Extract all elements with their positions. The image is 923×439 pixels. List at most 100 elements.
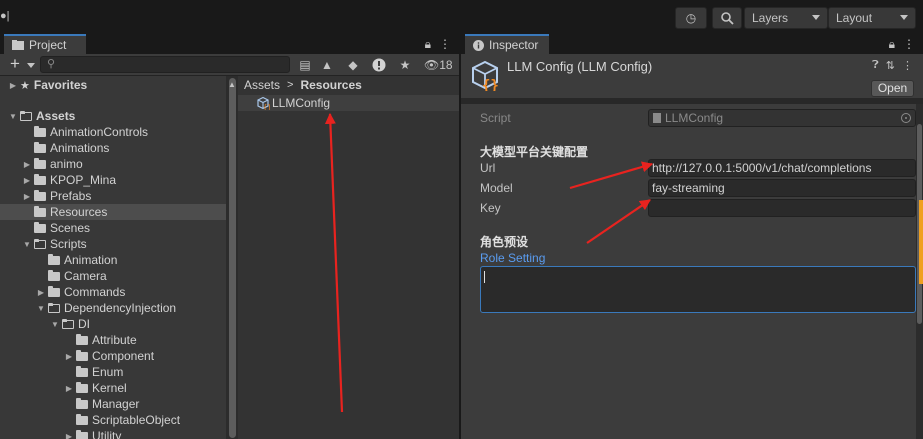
sidebar-item-assets[interactable]: ▼ Assets [0, 108, 226, 124]
project-toolbar: + ⚲ ▤ ▲ ◆ ★ 👁︎18 [0, 54, 459, 76]
expanded-arrow-icon[interactable]: ▼ [20, 240, 34, 249]
collapse-caret-icon[interactable]: ▲ [228, 80, 236, 89]
open-button[interactable]: Open [871, 80, 914, 97]
star-icon: ★ [20, 79, 30, 92]
collapsed-arrow-icon[interactable]: ▶ [62, 384, 76, 393]
folder-open-icon [20, 110, 32, 121]
collapsed-arrow-icon[interactable]: ▶ [62, 432, 76, 439]
collapsed-arrow-icon[interactable]: ▶ [20, 176, 34, 185]
model-label: Model [480, 181, 513, 195]
sidebar-item-attribute[interactable]: Attribute [0, 332, 226, 348]
list-item[interactable]: {} LLMConfig [238, 95, 459, 111]
sidebar-item-enum[interactable]: Enum [0, 364, 226, 380]
section-title-llm: 大模型平台关键配置 [480, 145, 589, 159]
sidebar-item-di[interactable]: ▼ DI [0, 316, 226, 332]
inspector-tab-controls: 🔒︎ ⋮ [889, 37, 915, 52]
sidebar-item-resources[interactable]: Resources [0, 204, 226, 220]
collapsed-arrow-icon[interactable]: ▶ [20, 192, 34, 201]
sidebar-item-manager[interactable]: Manager [0, 396, 226, 412]
sidebar-item-scriptableobject[interactable]: ScriptableObject [0, 412, 226, 428]
folder-icon [76, 381, 88, 393]
collapsed-arrow-icon[interactable]: ▶ [20, 160, 34, 169]
more-icon[interactable]: ⋮ [439, 37, 451, 52]
sidebar-item-label: ScriptableObject [92, 413, 181, 427]
eye-icon: 👁︎ [424, 58, 440, 72]
warning-icon[interactable] [370, 57, 388, 73]
expanded-arrow-icon[interactable]: ▼ [34, 304, 48, 313]
left-toolbar-glyph: ●| [0, 10, 10, 22]
folder-icon [48, 253, 60, 265]
chevron-down-icon[interactable] [27, 63, 35, 68]
tab-inspector[interactable]: Inspector [465, 34, 549, 54]
role-setting-textarea[interactable] [480, 266, 916, 313]
layout-dropdown[interactable]: Layout [828, 7, 916, 29]
folder-icon [48, 269, 60, 281]
svg-text:{}: {} [263, 104, 270, 111]
sidebar-item-label: Assets [36, 109, 76, 123]
collapsed-arrow-icon[interactable]: ▶ [6, 81, 20, 90]
folder-icon [76, 365, 88, 377]
sidebar-item-commands[interactable]: ▶ Commands [0, 284, 226, 300]
sidebar-item-scenes[interactable]: Scenes [0, 220, 226, 236]
folder-icon [12, 40, 24, 50]
history-button[interactable]: ◷ [675, 7, 707, 29]
search-by-label-icon[interactable]: ▲ [318, 57, 336, 73]
folder-open-icon [62, 318, 74, 329]
expanded-arrow-icon[interactable]: ▼ [6, 112, 20, 121]
collapsed-arrow-icon[interactable]: ▶ [62, 352, 76, 361]
sidebar-item-prefabs[interactable]: ▶ Prefabs [0, 188, 226, 204]
search-icon [720, 11, 734, 25]
breadcrumb-current[interactable]: Resources [300, 78, 361, 92]
sidebar-item-animations[interactable]: Animations [0, 140, 226, 156]
lock-icon[interactable]: 🔒︎ [425, 37, 431, 52]
tree-scrollbar-thumb[interactable] [229, 78, 236, 438]
sidebar-item-label: Enum [92, 365, 124, 379]
help-icon[interactable]: ❓︎ [872, 59, 879, 72]
collapsed-arrow-icon[interactable]: ▶ [34, 288, 48, 297]
sidebar-item-favorites[interactable]: ▶ ★ Favorites [0, 77, 226, 93]
sidebar-item-animation[interactable]: Animation [0, 252, 226, 268]
lock-icon[interactable]: 🔒︎ [889, 37, 895, 52]
hidden-packages-toggle[interactable]: 👁︎18 [424, 58, 453, 72]
object-picker-icon[interactable] [901, 113, 911, 123]
add-asset-button[interactable]: + [10, 55, 20, 72]
search-button[interactable] [712, 7, 742, 29]
sidebar-item-dependencyinjection[interactable]: ▼ DependencyInjection [0, 300, 226, 316]
layers-dropdown[interactable]: Layers [744, 7, 828, 29]
folder-icon [48, 285, 60, 297]
sidebar-item-animo[interactable]: ▶ animo [0, 156, 226, 172]
sidebar-item-label: Scripts [50, 237, 87, 251]
sidebar-item-label: Animations [50, 141, 110, 155]
tag-icon[interactable]: ◆ [344, 57, 362, 73]
sidebar-item-label: Animation [64, 253, 118, 267]
sidebar-item-animationcontrols[interactable]: AnimationControls [0, 124, 226, 140]
inspector-tabstrip: Inspector 🔒︎ ⋮ [461, 34, 923, 54]
model-field[interactable]: fay-streaming [648, 179, 916, 197]
settings-icon[interactable]: ⇅ [886, 59, 895, 72]
sidebar-item-kpop_mina[interactable]: ▶ KPOP_Mina [0, 172, 226, 188]
sidebar-item-utility[interactable]: ▶ Utility [0, 428, 226, 439]
sidebar-item-camera[interactable]: Camera [0, 268, 226, 284]
script-value: LLMConfig [665, 111, 724, 125]
project-folder-tree: ▶ ★ Favorites ▼ Assets AnimationControls Anima… [0, 76, 226, 439]
more-icon[interactable]: ⋮ [902, 59, 913, 72]
sidebar-item-label: Favorites [33, 78, 88, 92]
key-field[interactable] [648, 199, 916, 217]
breadcrumb-root[interactable]: Assets [244, 78, 280, 92]
favorite-star-icon[interactable]: ★ [396, 57, 414, 73]
search-by-type-icon[interactable]: ▤ [296, 57, 314, 73]
sidebar-item-label: Kernel [92, 381, 127, 395]
tab-project[interactable]: Project [4, 34, 86, 54]
sidebar-item-kernel[interactable]: ▶ Kernel [0, 380, 226, 396]
expanded-arrow-icon[interactable]: ▼ [48, 320, 62, 329]
folder-icon [34, 189, 46, 201]
url-field[interactable]: http://127.0.0.1:5000/v1/chat/completion… [648, 159, 916, 177]
more-icon[interactable]: ⋮ [903, 37, 915, 52]
sidebar-item-scripts[interactable]: ▼ Scripts [0, 236, 226, 252]
sidebar-item-component[interactable]: ▶ Component [0, 348, 226, 364]
project-files-area: ▲ Assets > Resources {} LLMConfig [228, 76, 459, 439]
inspector-panel: Inspector 🔒︎ ⋮ {} LLM Config (LLM Config… [461, 34, 923, 439]
key-label: Key [480, 201, 501, 215]
folder-open-icon [34, 238, 46, 249]
project-search-input[interactable]: ⚲ [40, 56, 290, 73]
